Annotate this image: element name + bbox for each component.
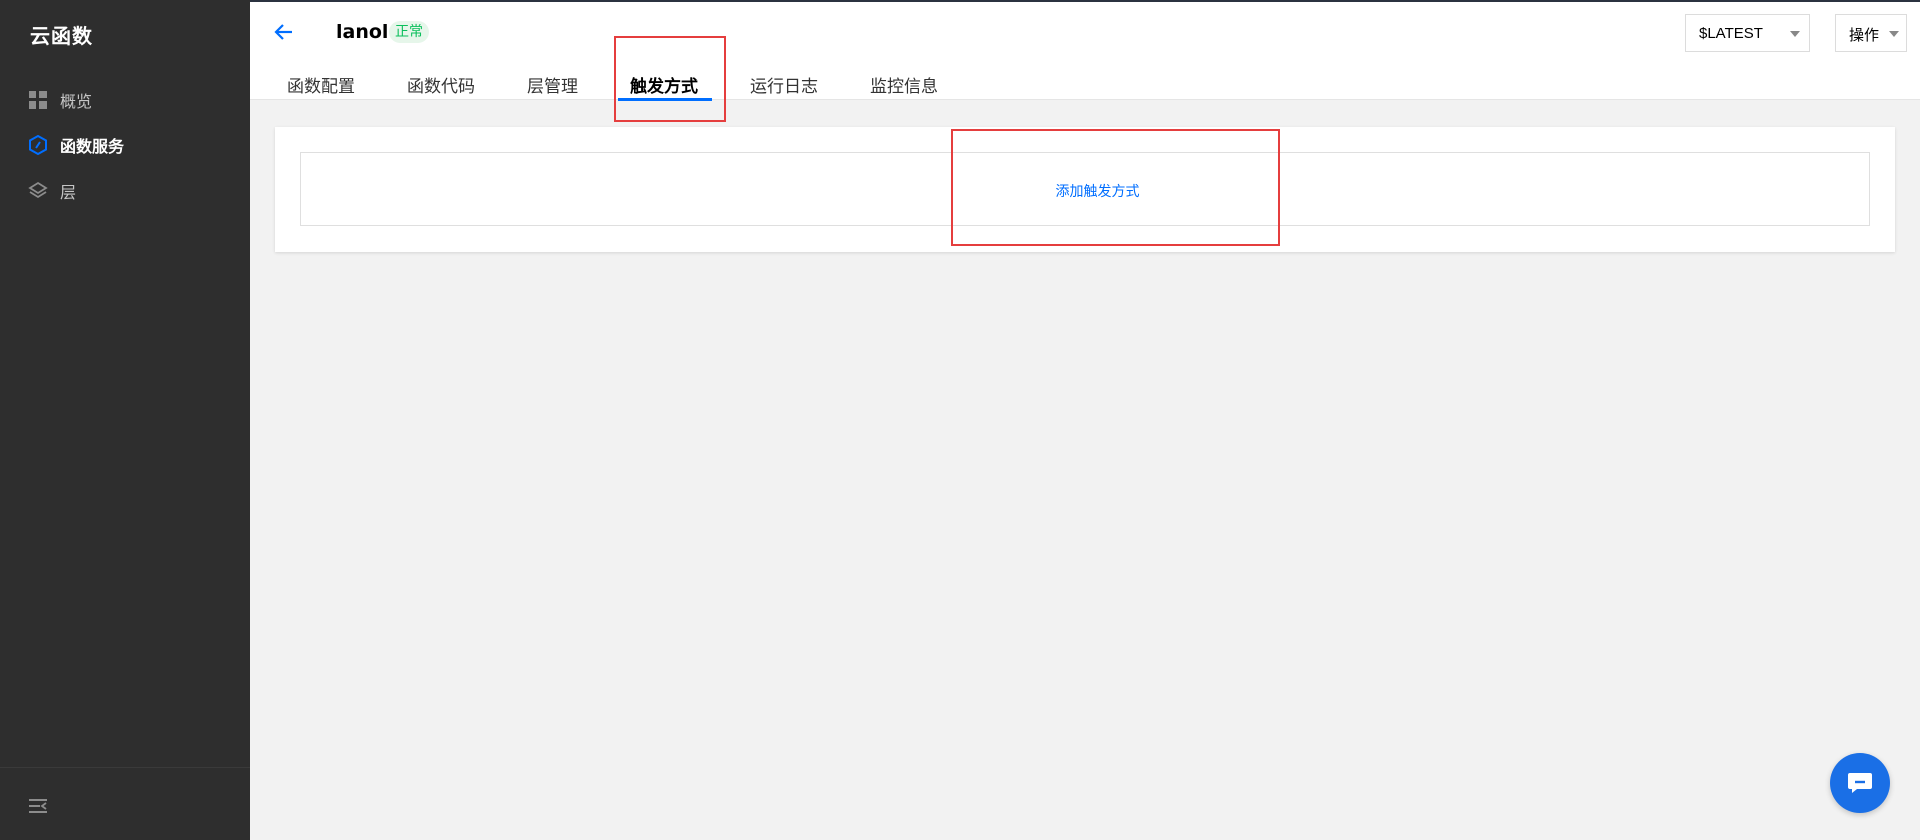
tab-trigger-methods[interactable]: 触发方式 [630, 72, 698, 97]
sidebar-divider [0, 767, 250, 768]
function-name: lanol [336, 21, 389, 43]
app-title: 云函数 [30, 24, 93, 48]
operations-button-label: 操作 [1849, 26, 1880, 44]
function-icon [28, 135, 48, 155]
sidebar: 云函数 概览 函数服务 层 [0, 0, 250, 840]
tab-function-config[interactable]: 函数配置 [287, 72, 355, 97]
sidebar-item-function-service[interactable]: 函数服务 [28, 131, 228, 159]
tab-monitoring[interactable]: 监控信息 [870, 72, 938, 97]
chevron-down-icon [1889, 31, 1899, 37]
sidebar-item-layers[interactable]: 层 [28, 177, 228, 205]
sidebar-item-label: 层 [60, 183, 77, 202]
chat-bubble-icon[interactable] [1830, 753, 1890, 813]
sidebar-item-overview[interactable]: 概览 [28, 86, 228, 114]
add-trigger-area[interactable]: 添加触发方式 [300, 152, 1870, 226]
arrow-left-icon[interactable] [272, 20, 296, 44]
tab-function-code[interactable]: 函数代码 [407, 72, 475, 97]
page-header: lanol 正常 函数配置 函数代码 层管理 触发方式 运行日志 监控信息 $L… [250, 2, 1920, 101]
trigger-card: 添加触发方式 [275, 127, 1895, 252]
chevron-down-icon [1790, 31, 1800, 37]
status-badge: 正常 [389, 21, 429, 43]
version-select-value: $LATEST [1699, 25, 1763, 42]
tab-run-logs[interactable]: 运行日志 [750, 72, 818, 97]
version-select[interactable]: $LATEST [1685, 14, 1810, 52]
sidebar-item-label: 概览 [60, 92, 93, 111]
add-trigger-link[interactable]: 添加触发方式 [1056, 181, 1140, 201]
tab-layer-management[interactable]: 层管理 [527, 72, 578, 97]
dashboard-icon [28, 90, 48, 110]
collapse-sidebar-icon[interactable] [28, 797, 50, 817]
layers-icon [28, 181, 48, 201]
sidebar-item-label: 函数服务 [60, 137, 125, 156]
operations-button[interactable]: 操作 [1835, 14, 1907, 52]
active-tab-indicator [618, 98, 712, 101]
